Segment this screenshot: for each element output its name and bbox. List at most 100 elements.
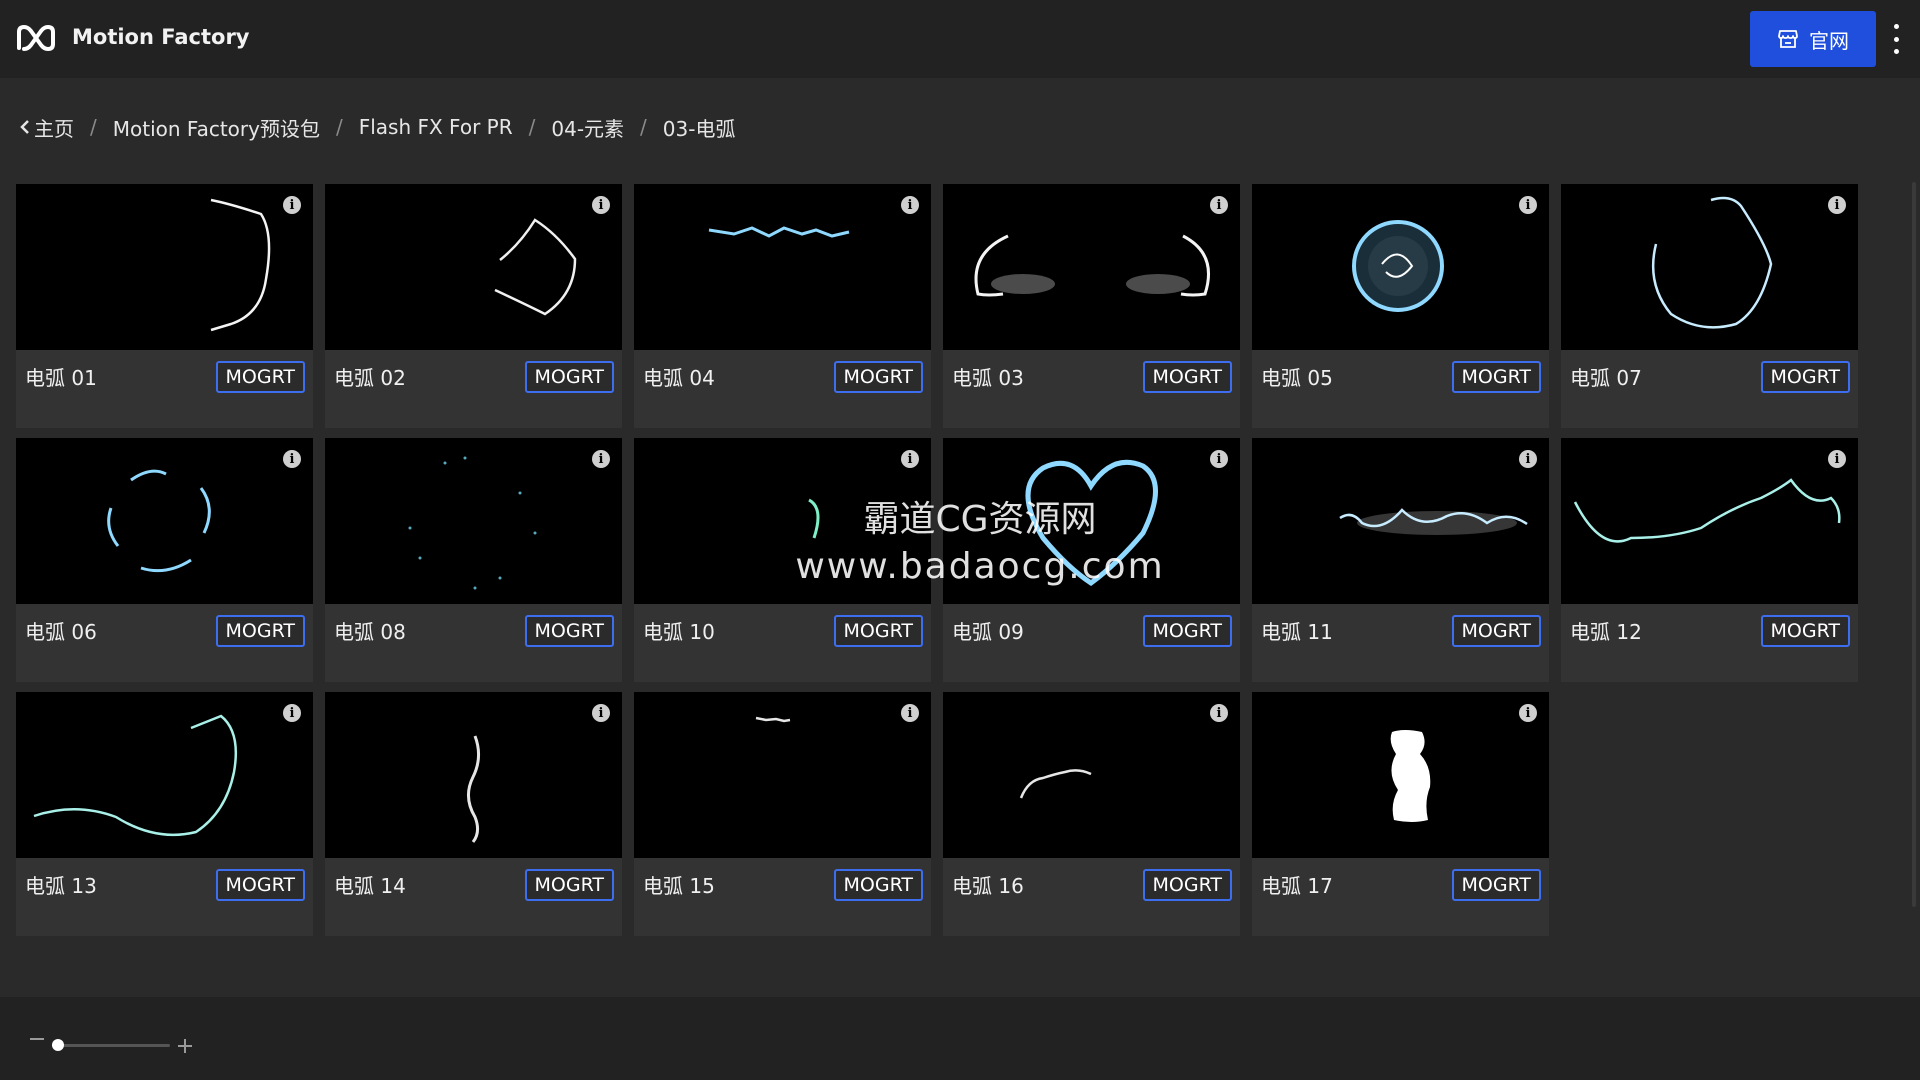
preset-name: 电弧 04 [643,366,715,390]
mogrt-badge[interactable]: MOGRT [215,361,305,393]
preset-name: 电弧 17 [1261,874,1333,898]
preset-card[interactable]: i 电弧 01 MOGRT [16,184,313,428]
preset-name: 电弧 07 [1570,366,1642,390]
info-icon[interactable]: i [592,450,610,468]
breadcrumb-elements[interactable]: 04-元素 [551,113,624,142]
breadcrumb-home[interactable]: 主页 [20,113,74,142]
preset-card[interactable]: i 电弧 11 MOGRT [1252,438,1549,682]
preset-card[interactable]: i 电弧 04 MOGRT [634,184,931,428]
preset-thumbnail: i [16,184,313,350]
mogrt-badge[interactable]: MOGRT [215,615,305,647]
official-site-button[interactable]: 官网 [1750,11,1876,67]
info-icon[interactable]: i [1519,450,1537,468]
mogrt-badge[interactable]: MOGRT [215,869,305,901]
preset-card[interactable]: i 电弧 05 MOGRT [1252,184,1549,428]
info-icon[interactable]: i [283,704,301,722]
info-icon[interactable]: i [901,450,919,468]
info-icon[interactable]: i [1210,704,1228,722]
info-icon[interactable]: i [283,196,301,214]
info-icon[interactable]: i [1828,196,1846,214]
arc-preview [808,498,820,539]
preset-card[interactable]: i 电弧 03 MOGRT [943,184,1240,428]
preset-name: 电弧 14 [334,874,406,898]
zoom-out-icon[interactable] [30,1038,44,1040]
preset-card[interactable]: i 电弧 07 MOGRT [1561,184,1858,428]
preset-name: 电弧 11 [1261,620,1333,644]
arc-preview [708,226,850,238]
info-icon[interactable]: i [901,196,919,214]
preset-card[interactable]: i 电弧 14 MOGRT [325,692,622,936]
preset-thumbnail: i [325,438,622,604]
mogrt-badge[interactable]: MOGRT [1142,615,1232,647]
preset-thumbnail: i [1252,184,1549,350]
zoom-slider-handle[interactable] [51,1039,64,1051]
preset-name: 电弧 02 [334,366,406,390]
arc-preview [33,714,238,837]
breadcrumb-separator: / [335,115,343,139]
preset-card[interactable]: i 电弧 17 MOGRT [1252,692,1549,936]
arc-preview [408,456,537,590]
preset-grid: i 电弧 01 MOGRT i 电弧 02 MOGRT i 电弧 04 MOGR… [16,184,1858,936]
info-icon[interactable]: i [1828,450,1846,468]
arc-preview [1651,196,1773,329]
arc-preview [1025,459,1158,587]
preset-name: 电弧 09 [952,620,1024,644]
preset-card[interactable]: i 电弧 06 MOGRT [16,438,313,682]
mogrt-badge[interactable]: MOGRT [1451,869,1541,901]
storefront-icon [1778,30,1798,48]
arc-preview [1390,730,1431,822]
preset-card[interactable]: i 电弧 15 MOGRT [634,692,931,936]
info-icon[interactable]: i [1210,450,1228,468]
zoom-in-icon[interactable] [178,1039,192,1053]
preset-thumbnail: i [1252,438,1549,604]
info-icon[interactable]: i [283,450,301,468]
zoom-slider[interactable] [52,1044,170,1047]
preset-thumbnail: i [16,438,313,604]
more-vertical-icon[interactable] [1888,24,1904,54]
info-icon[interactable]: i [1519,196,1537,214]
preset-card[interactable]: i 电弧 08 MOGRT [325,438,622,682]
motion-factory-logo-icon[interactable] [16,22,56,54]
preset-name: 电弧 01 [25,366,97,390]
preset-name: 电弧 06 [25,620,97,644]
mogrt-badge[interactable]: MOGRT [1760,615,1850,647]
info-icon[interactable]: i [592,196,610,214]
mogrt-badge[interactable]: MOGRT [524,361,614,393]
top-bar: Motion Factory 官网 [0,0,1920,78]
mogrt-badge[interactable]: MOGRT [524,869,614,901]
preset-card[interactable]: i 电弧 16 MOGRT [943,692,1240,936]
arc-preview [1352,220,1444,312]
vertical-scrollbar[interactable] [1912,182,1916,907]
arc-preview [974,234,1210,297]
info-icon[interactable]: i [901,704,919,722]
breadcrumb-preset-pack[interactable]: Motion Factory预设包 [113,113,320,142]
preset-card[interactable]: i 电弧 10 MOGRT [634,438,931,682]
mogrt-badge[interactable]: MOGRT [833,869,923,901]
info-icon[interactable]: i [592,704,610,722]
info-icon[interactable]: i [1519,704,1537,722]
breadcrumb-flash-fx[interactable]: Flash FX For PR [359,115,513,139]
arc-preview [467,735,480,843]
preset-card[interactable]: i 电弧 02 MOGRT [325,184,622,428]
arc-preview [755,716,791,723]
preset-thumbnail: i [634,692,931,858]
preset-card[interactable]: i 电弧 12 MOGRT [1561,438,1858,682]
mogrt-badge[interactable]: MOGRT [833,361,923,393]
arc-preview [1573,478,1841,543]
mogrt-badge[interactable]: MOGRT [1142,869,1232,901]
preset-card[interactable]: i 电弧 09 MOGRT [943,438,1240,682]
mogrt-badge[interactable]: MOGRT [1451,615,1541,647]
mogrt-badge[interactable]: MOGRT [524,615,614,647]
mogrt-badge[interactable]: MOGRT [1142,361,1232,393]
preset-thumbnail: i [943,438,1240,604]
preset-name: 电弧 10 [643,620,715,644]
preset-thumbnail: i [943,692,1240,858]
preset-card[interactable]: i 电弧 13 MOGRT [16,692,313,936]
mogrt-badge[interactable]: MOGRT [1760,361,1850,393]
mogrt-badge[interactable]: MOGRT [1451,361,1541,393]
arc-preview [210,198,271,332]
arc-preview [107,469,211,573]
preset-thumbnail: i [1561,184,1858,350]
mogrt-badge[interactable]: MOGRT [833,615,923,647]
info-icon[interactable]: i [1210,196,1228,214]
